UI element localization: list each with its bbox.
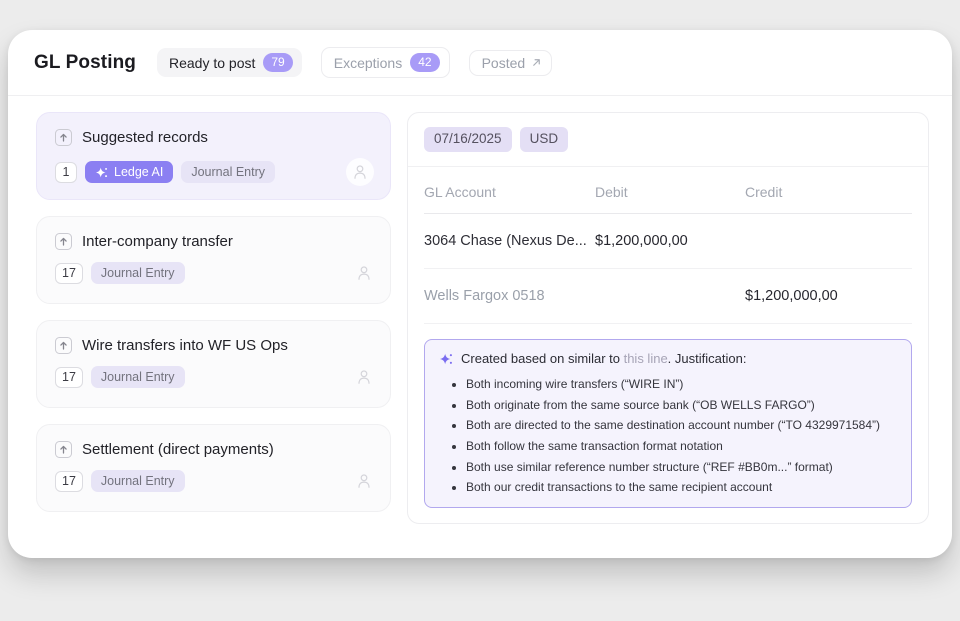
card-title-row: Inter-company transfer bbox=[55, 233, 374, 250]
record-card-settlement[interactable]: Settlement (direct payments) 17 Journal … bbox=[36, 424, 391, 512]
card-title: Settlement (direct payments) bbox=[82, 441, 274, 458]
card-title-row: Wire transfers into WF US Ops bbox=[55, 337, 374, 354]
justification-intro-prefix: Created based on similar to bbox=[461, 351, 624, 366]
external-link-icon bbox=[531, 57, 542, 68]
card-meta-row: 17 Journal Entry bbox=[55, 470, 374, 492]
tab-exceptions-label: Exceptions bbox=[334, 56, 402, 70]
record-count-badge: 17 bbox=[55, 471, 83, 492]
card-meta-row: 17 Journal Entry bbox=[55, 366, 374, 388]
journal-entry-chip: Journal Entry bbox=[181, 161, 275, 183]
column-header-credit: Credit bbox=[745, 184, 912, 200]
similar-line-link[interactable]: this line bbox=[624, 351, 668, 366]
post-arrow-icon bbox=[55, 129, 72, 146]
app-header: GL Posting Ready to post 79 Exceptions 4… bbox=[8, 30, 952, 96]
tab-posted[interactable]: Posted bbox=[469, 50, 553, 76]
assignee-avatar[interactable] bbox=[354, 471, 374, 491]
record-count-badge: 17 bbox=[55, 367, 83, 388]
card-title-row: Settlement (direct payments) bbox=[55, 441, 374, 458]
justification-bullet: Both incoming wire transfers (“WIRE IN”) bbox=[466, 377, 897, 393]
record-groups-list: Suggested records 1 Ledge AI Journal Ent… bbox=[36, 112, 391, 524]
journal-entry-chip: Journal Entry bbox=[91, 366, 185, 388]
gl-entries-table: GL Account Debit Credit 3064 Chase (Nexu… bbox=[408, 167, 928, 324]
table-row[interactable]: 3064 Chase (Nexus De... $1,200,000,00 bbox=[424, 214, 912, 269]
table-row[interactable]: Wells Fargox 0518 $1,200,000,00 bbox=[424, 269, 912, 324]
tab-exceptions[interactable]: Exceptions 42 bbox=[321, 47, 450, 78]
tab-ready-to-post[interactable]: Ready to post 79 bbox=[157, 48, 302, 77]
card-title: Inter-company transfer bbox=[82, 233, 233, 250]
ai-justification-box: Created based on similar to this line. J… bbox=[424, 339, 912, 508]
column-header-debit: Debit bbox=[595, 184, 745, 200]
credit-cell: $1,200,000,00 bbox=[745, 288, 912, 304]
justification-bullet: Both our credit transactions to the same… bbox=[466, 480, 897, 496]
assignee-avatar[interactable] bbox=[354, 367, 374, 387]
debit-cell: $1,200,000,00 bbox=[595, 233, 745, 249]
gl-account-cell: 3064 Chase (Nexus De... bbox=[424, 233, 589, 249]
journal-entry-chip: Journal Entry bbox=[91, 262, 185, 284]
record-card-suggested-records[interactable]: Suggested records 1 Ledge AI Journal Ent… bbox=[36, 112, 391, 200]
post-arrow-icon bbox=[55, 337, 72, 354]
main-content: Suggested records 1 Ledge AI Journal Ent… bbox=[8, 96, 952, 524]
entry-meta-row: 07/16/2025 USD bbox=[408, 113, 928, 167]
card-meta-row: 1 Ledge AI Journal Entry bbox=[55, 158, 374, 186]
justification-header: Created based on similar to this line. J… bbox=[439, 351, 897, 370]
entry-detail-panel: 07/16/2025 USD GL Account Debit Credit 3… bbox=[407, 112, 929, 524]
assignee-avatar[interactable] bbox=[354, 263, 374, 283]
assignee-avatar[interactable] bbox=[346, 158, 374, 186]
ledge-ai-label: Ledge AI bbox=[114, 164, 163, 180]
gl-account-cell: Wells Fargox 0518 bbox=[424, 288, 589, 304]
date-badge[interactable]: 07/16/2025 bbox=[424, 127, 512, 152]
ledge-ai-badge: Ledge AI bbox=[85, 161, 173, 183]
table-header-row: GL Account Debit Credit bbox=[424, 167, 912, 214]
justification-bullet: Both are directed to the same destinatio… bbox=[466, 418, 897, 434]
post-arrow-icon bbox=[55, 233, 72, 250]
app-window: GL Posting Ready to post 79 Exceptions 4… bbox=[8, 30, 952, 558]
exceptions-count-badge: 42 bbox=[410, 53, 439, 72]
ready-to-post-count-badge: 79 bbox=[263, 53, 292, 72]
journal-entry-chip: Journal Entry bbox=[91, 470, 185, 492]
column-header-gl-account: GL Account bbox=[424, 184, 595, 200]
record-card-wire-transfers[interactable]: Wire transfers into WF US Ops 17 Journal… bbox=[36, 320, 391, 408]
record-count-badge: 1 bbox=[55, 162, 77, 183]
justification-intro: Created based on similar to this line. J… bbox=[461, 351, 746, 367]
page-title: GL Posting bbox=[34, 52, 136, 74]
card-title: Suggested records bbox=[82, 129, 208, 146]
tab-ready-to-post-label: Ready to post bbox=[169, 56, 255, 70]
currency-badge[interactable]: USD bbox=[520, 127, 569, 152]
justification-intro-suffix: . Justification: bbox=[668, 351, 747, 366]
sparkle-icon bbox=[95, 166, 108, 179]
record-count-badge: 17 bbox=[55, 263, 83, 284]
justification-bullet-list: Both incoming wire transfers (“WIRE IN”)… bbox=[439, 377, 897, 496]
record-card-inter-company-transfer[interactable]: Inter-company transfer 17 Journal Entry bbox=[36, 216, 391, 304]
justification-bullet: Both use similar reference number struct… bbox=[466, 460, 897, 476]
card-title: Wire transfers into WF US Ops bbox=[82, 337, 288, 354]
justification-bullet: Both follow the same transaction format … bbox=[466, 439, 897, 455]
card-title-row: Suggested records bbox=[55, 129, 374, 146]
sparkle-icon bbox=[439, 352, 453, 370]
tab-bar: Ready to post 79 Exceptions 42 Posted bbox=[157, 47, 552, 78]
post-arrow-icon bbox=[55, 441, 72, 458]
tab-posted-label: Posted bbox=[482, 56, 526, 70]
card-meta-row: 17 Journal Entry bbox=[55, 262, 374, 284]
justification-bullet: Both originate from the same source bank… bbox=[466, 398, 897, 414]
